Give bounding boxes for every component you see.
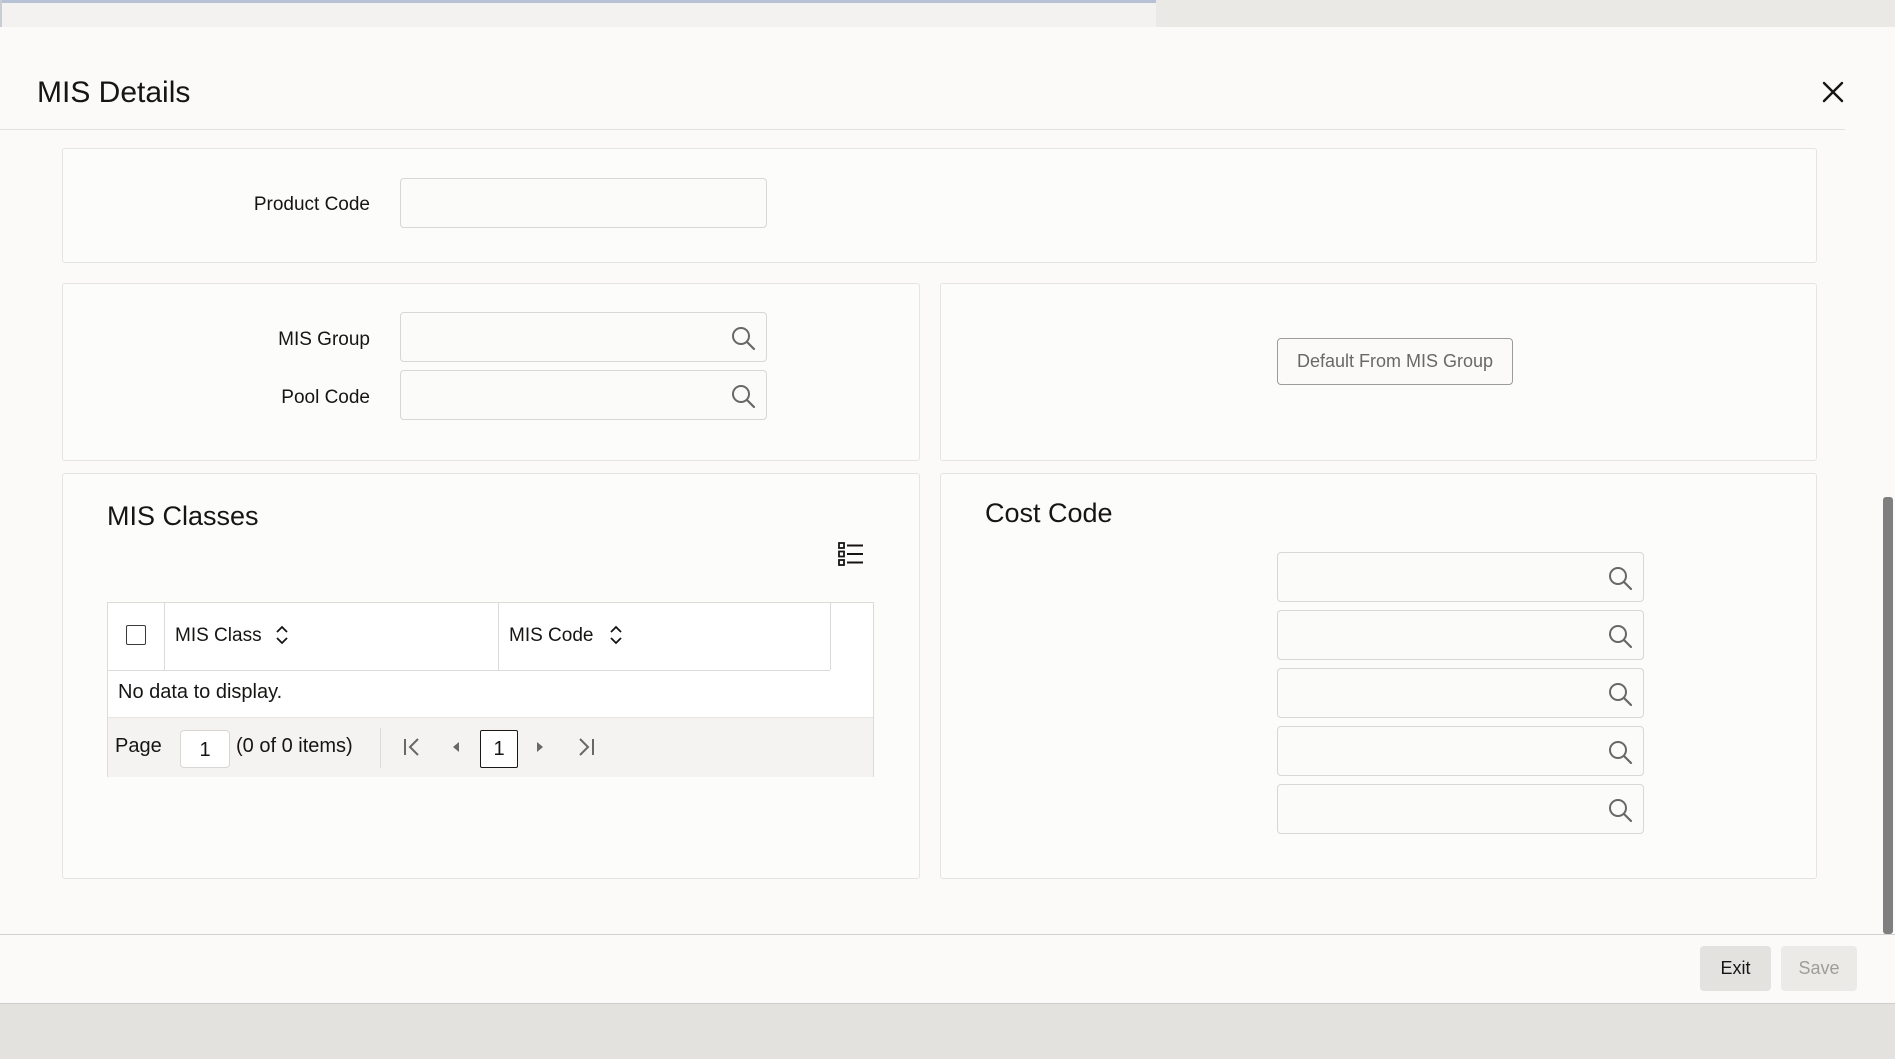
product-code-label: Product Code [253,194,370,215]
cost-code-input[interactable] [1278,727,1643,775]
last-page-icon[interactable] [574,734,598,760]
cost-code-field-4[interactable] [1277,726,1644,776]
title-divider [0,129,1845,130]
search-icon[interactable] [1607,565,1633,591]
dialog-title: MIS Details [37,76,191,109]
pagination-bar: Page 1 (0 of 0 items) 1 [108,717,873,777]
scrollbar-thumb[interactable] [1883,497,1893,934]
mis-details-dialog: MIS Details Product Code MIS Group Pool … [0,27,1895,1059]
default-from-mis-group-button[interactable]: Default From MIS Group [1277,338,1513,385]
close-icon[interactable] [1816,75,1850,109]
cost-code-input[interactable] [1278,611,1643,659]
top-accent-line [0,0,1156,3]
search-icon[interactable] [1607,739,1633,765]
search-icon[interactable] [730,383,756,409]
page-label: Page [115,735,162,757]
cost-code-field-5[interactable] [1277,784,1644,834]
list-view-icon[interactable] [837,540,865,568]
bottom-bar [0,1003,1895,1059]
pager-divider [380,728,381,768]
sort-icon[interactable] [274,623,290,647]
search-icon[interactable] [1607,623,1633,649]
top-strip [1156,0,1895,27]
mis-classes-title: MIS Classes [107,501,259,531]
sort-icon[interactable] [608,623,624,647]
cost-code-input[interactable] [1278,785,1643,833]
mis-group-input[interactable] [401,313,766,361]
product-code-field[interactable] [400,178,767,228]
pool-code-label: Pool Code [281,387,370,408]
mis-group-field[interactable] [400,312,767,362]
search-icon[interactable] [1607,797,1633,823]
first-page-icon[interactable] [400,734,424,760]
cost-code-input[interactable] [1278,669,1643,717]
pool-code-input[interactable] [401,371,766,419]
mis-group-label: MIS Group [278,329,370,350]
cost-code-field-3[interactable] [1277,668,1644,718]
column-divider [164,603,165,670]
footer-divider [0,934,1895,935]
mis-classes-table: MIS Class MIS Code No data to display. P… [107,602,874,777]
search-icon[interactable] [730,325,756,351]
current-page-button[interactable]: 1 [480,730,518,768]
select-all-checkbox[interactable] [126,625,146,645]
page-number-input[interactable]: 1 [180,730,230,768]
column-divider [830,603,831,670]
exit-button[interactable]: Exit [1700,946,1771,991]
product-code-input[interactable] [401,179,766,227]
search-icon[interactable] [1607,681,1633,707]
column-divider [498,603,499,670]
pool-code-field[interactable] [400,370,767,420]
column-header-mis-class[interactable]: MIS Class [175,625,262,647]
previous-page-icon[interactable] [444,734,468,760]
save-button[interactable]: Save [1781,946,1857,991]
cost-code-input[interactable] [1278,553,1643,601]
cost-code-field-2[interactable] [1277,610,1644,660]
table-header: MIS Class MIS Code [108,603,830,671]
empty-message: No data to display. [118,681,283,703]
cost-code-title: Cost Code [985,498,1113,528]
column-header-mis-code[interactable]: MIS Code [509,625,593,647]
items-count: (0 of 0 items) [236,735,353,757]
next-page-icon[interactable] [528,734,552,760]
cost-code-field-1[interactable] [1277,552,1644,602]
